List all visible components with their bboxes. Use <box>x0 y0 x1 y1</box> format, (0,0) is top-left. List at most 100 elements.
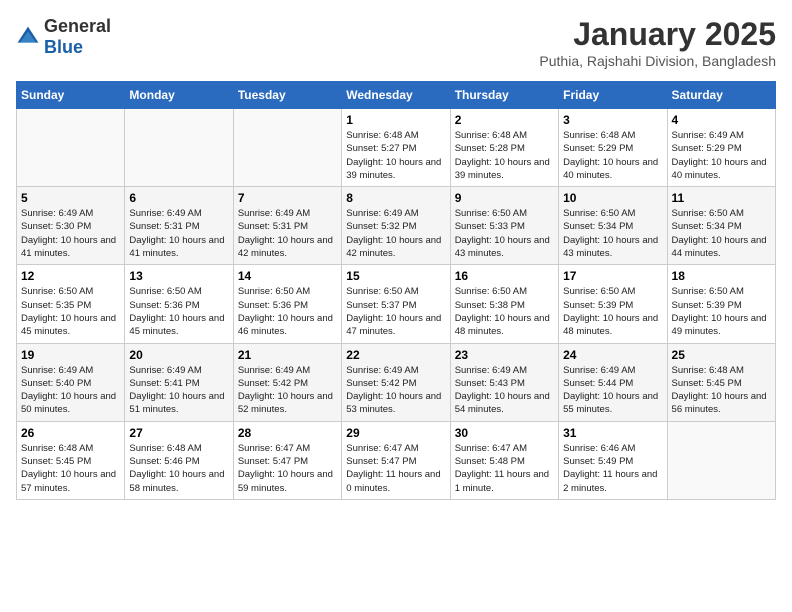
day-number: 15 <box>346 269 445 283</box>
header-tuesday: Tuesday <box>233 82 341 109</box>
day-number: 1 <box>346 113 445 127</box>
day-cell: 11 Sunrise: 6:50 AM Sunset: 5:34 PM Dayli… <box>667 187 775 265</box>
day-cell: 23 Sunrise: 6:49 AM Sunset: 5:43 PM Dayli… <box>450 343 558 421</box>
day-cell: 18 Sunrise: 6:50 AM Sunset: 5:39 PM Dayli… <box>667 265 775 343</box>
day-number: 23 <box>455 348 554 362</box>
day-number: 6 <box>129 191 228 205</box>
day-info: Sunrise: 6:49 AM Sunset: 5:42 PM Dayligh… <box>346 364 445 417</box>
day-info: Sunrise: 6:50 AM Sunset: 5:36 PM Dayligh… <box>129 285 228 338</box>
day-info: Sunrise: 6:46 AM Sunset: 5:49 PM Dayligh… <box>563 442 662 495</box>
day-cell: 3Sunrise: 6:48 AM Sunset: 5:29 PM Daylig… <box>559 109 667 187</box>
day-number: 31 <box>563 426 662 440</box>
week-row-1: 1 Sunrise: 6:48 AM Sunset: 5:27 PM Daylig… <box>17 109 776 187</box>
day-info: Sunrise: 6:47 AM Sunset: 5:47 PM Dayligh… <box>238 442 337 495</box>
day-info: Sunrise: 6:50 AM Sunset: 5:38 PM Dayligh… <box>455 285 554 338</box>
day-info: Sunrise: 6:48 AM Sunset: 5:45 PM Dayligh… <box>21 442 120 495</box>
day-number: 17 <box>563 269 662 283</box>
day-info: Sunrise: 6:48 AM Sunset: 5:45 PM Dayligh… <box>672 364 771 417</box>
day-cell: 10Sunrise: 6:50 AM Sunset: 5:34 PM Dayli… <box>559 187 667 265</box>
day-cell: 8 Sunrise: 6:49 AM Sunset: 5:32 PM Daylig… <box>342 187 450 265</box>
day-number: 8 <box>346 191 445 205</box>
logo: General Blue <box>16 16 111 58</box>
day-number: 11 <box>672 191 771 205</box>
day-cell: 9 Sunrise: 6:50 AM Sunset: 5:33 PM Daylig… <box>450 187 558 265</box>
day-number: 22 <box>346 348 445 362</box>
day-cell: 21 Sunrise: 6:49 AM Sunset: 5:42 PM Dayli… <box>233 343 341 421</box>
day-number: 7 <box>238 191 337 205</box>
day-cell: 20Sunrise: 6:49 AM Sunset: 5:41 PM Dayli… <box>125 343 233 421</box>
day-number: 10 <box>563 191 662 205</box>
day-cell: 26 Sunrise: 6:48 AM Sunset: 5:45 PM Dayli… <box>17 421 125 499</box>
day-info: Sunrise: 6:50 AM Sunset: 5:33 PM Dayligh… <box>455 207 554 260</box>
day-number: 19 <box>21 348 120 362</box>
day-info: Sunrise: 6:49 AM Sunset: 5:44 PM Dayligh… <box>563 364 662 417</box>
day-cell: 13Sunrise: 6:50 AM Sunset: 5:36 PM Dayli… <box>125 265 233 343</box>
week-row-5: 26 Sunrise: 6:48 AM Sunset: 5:45 PM Dayli… <box>17 421 776 499</box>
day-number: 24 <box>563 348 662 362</box>
day-cell: 16 Sunrise: 6:50 AM Sunset: 5:38 PM Dayli… <box>450 265 558 343</box>
day-number: 29 <box>346 426 445 440</box>
day-cell: 2 Sunrise: 6:48 AM Sunset: 5:28 PM Daylig… <box>450 109 558 187</box>
day-number: 4 <box>672 113 771 127</box>
header-friday: Friday <box>559 82 667 109</box>
day-cell: 30 Sunrise: 6:47 AM Sunset: 5:48 PM Dayli… <box>450 421 558 499</box>
day-cell: 28 Sunrise: 6:47 AM Sunset: 5:47 PM Dayli… <box>233 421 341 499</box>
week-row-2: 5 Sunrise: 6:49 AM Sunset: 5:30 PM Daylig… <box>17 187 776 265</box>
day-number: 18 <box>672 269 771 283</box>
day-info: Sunrise: 6:50 AM Sunset: 5:34 PM Dayligh… <box>672 207 771 260</box>
day-cell <box>125 109 233 187</box>
day-cell: 27 Sunrise: 6:48 AM Sunset: 5:46 PM Dayli… <box>125 421 233 499</box>
day-info: Sunrise: 6:47 AM Sunset: 5:47 PM Dayligh… <box>346 442 445 495</box>
day-number: 21 <box>238 348 337 362</box>
day-number: 27 <box>129 426 228 440</box>
day-cell <box>233 109 341 187</box>
day-number: 25 <box>672 348 771 362</box>
day-cell: 19 Sunrise: 6:49 AM Sunset: 5:40 PM Dayli… <box>17 343 125 421</box>
day-info: Sunrise: 6:49 AM Sunset: 5:32 PM Dayligh… <box>346 207 445 260</box>
day-number: 30 <box>455 426 554 440</box>
day-number: 3 <box>563 113 662 127</box>
day-info: Sunrise: 6:50 AM Sunset: 5:39 PM Dayligh… <box>563 285 662 338</box>
day-info: Sunrise: 6:50 AM Sunset: 5:36 PM Dayligh… <box>238 285 337 338</box>
day-info: Sunrise: 6:47 AM Sunset: 5:48 PM Dayligh… <box>455 442 554 495</box>
day-number: 20 <box>129 348 228 362</box>
day-cell: 12Sunrise: 6:50 AM Sunset: 5:35 PM Dayli… <box>17 265 125 343</box>
location: Puthia, Rajshahi Division, Bangladesh <box>539 53 776 69</box>
day-cell: 1 Sunrise: 6:48 AM Sunset: 5:27 PM Daylig… <box>342 109 450 187</box>
day-info: Sunrise: 6:49 AM Sunset: 5:43 PM Dayligh… <box>455 364 554 417</box>
day-number: 28 <box>238 426 337 440</box>
day-info: Sunrise: 6:48 AM Sunset: 5:46 PM Dayligh… <box>129 442 228 495</box>
day-info: Sunrise: 6:49 AM Sunset: 5:40 PM Dayligh… <box>21 364 120 417</box>
calendar-table: SundayMondayTuesdayWednesdayThursdayFrid… <box>16 81 776 500</box>
title-area: January 2025 Puthia, Rajshahi Division, … <box>539 16 776 69</box>
header-thursday: Thursday <box>450 82 558 109</box>
day-info: Sunrise: 6:49 AM Sunset: 5:29 PM Dayligh… <box>672 129 771 182</box>
header-saturday: Saturday <box>667 82 775 109</box>
day-info: Sunrise: 6:49 AM Sunset: 5:30 PM Dayligh… <box>21 207 120 260</box>
header-monday: Monday <box>125 82 233 109</box>
page-header: General Blue January 2025 Puthia, Rajsha… <box>16 16 776 69</box>
day-info: Sunrise: 6:49 AM Sunset: 5:31 PM Dayligh… <box>238 207 337 260</box>
day-number: 2 <box>455 113 554 127</box>
week-row-4: 19 Sunrise: 6:49 AM Sunset: 5:40 PM Dayli… <box>17 343 776 421</box>
day-cell: 22 Sunrise: 6:49 AM Sunset: 5:42 PM Dayli… <box>342 343 450 421</box>
day-info: Sunrise: 6:48 AM Sunset: 5:27 PM Dayligh… <box>346 129 445 182</box>
logo-text: General Blue <box>44 16 111 58</box>
day-info: Sunrise: 6:50 AM Sunset: 5:37 PM Dayligh… <box>346 285 445 338</box>
month-title: January 2025 <box>539 16 776 53</box>
day-number: 26 <box>21 426 120 440</box>
day-info: Sunrise: 6:50 AM Sunset: 5:39 PM Dayligh… <box>672 285 771 338</box>
day-cell: 6 Sunrise: 6:49 AM Sunset: 5:31 PM Daylig… <box>125 187 233 265</box>
day-cell: 25 Sunrise: 6:48 AM Sunset: 5:45 PM Dayli… <box>667 343 775 421</box>
day-number: 16 <box>455 269 554 283</box>
day-info: Sunrise: 6:49 AM Sunset: 5:42 PM Dayligh… <box>238 364 337 417</box>
day-cell: 24 Sunrise: 6:49 AM Sunset: 5:44 PM Dayli… <box>559 343 667 421</box>
header-wednesday: Wednesday <box>342 82 450 109</box>
day-info: Sunrise: 6:49 AM Sunset: 5:31 PM Dayligh… <box>129 207 228 260</box>
day-cell: 4 Sunrise: 6:49 AM Sunset: 5:29 PM Daylig… <box>667 109 775 187</box>
day-number: 5 <box>21 191 120 205</box>
day-cell: 17 Sunrise: 6:50 AM Sunset: 5:39 PM Dayli… <box>559 265 667 343</box>
day-number: 9 <box>455 191 554 205</box>
header-sunday: Sunday <box>17 82 125 109</box>
day-info: Sunrise: 6:48 AM Sunset: 5:28 PM Dayligh… <box>455 129 554 182</box>
